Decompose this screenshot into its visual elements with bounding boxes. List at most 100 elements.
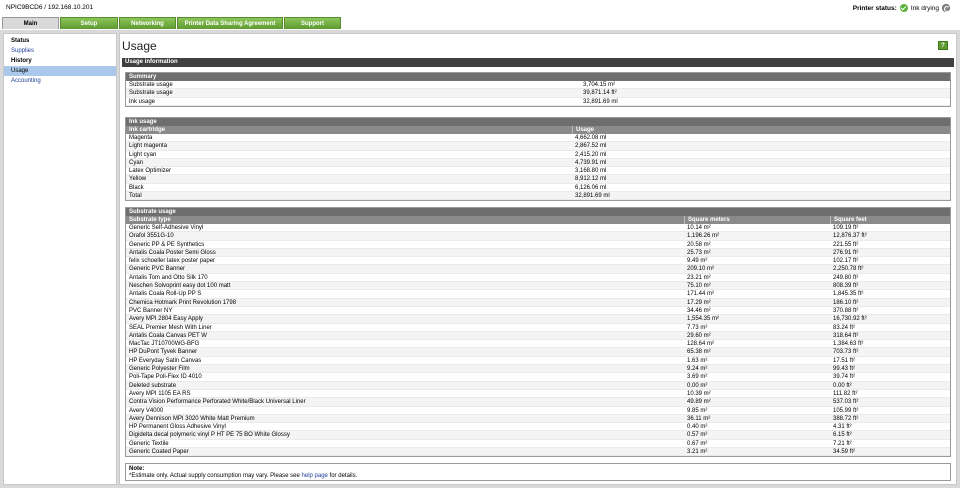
status-ok-icon <box>899 4 908 12</box>
table-cell: 3.69 m² <box>687 374 708 381</box>
table-cell: 171.44 m² <box>687 291 715 298</box>
table-cell: 249.80 ft² <box>833 274 859 281</box>
table-row: Orafol 3551G-10 1,196.26 m² 12,876.37 ft² <box>126 232 950 241</box>
tab-printer-data-sharing[interactable]: Printer Data Sharing Agreement <box>177 17 283 29</box>
table-cell: 65.38 m² <box>687 349 711 356</box>
tab-support[interactable]: Support <box>284 17 341 29</box>
table-cell: felix schoeller latex poster paper <box>129 258 216 265</box>
table-cell: Total <box>129 193 142 200</box>
table-cell: 20.58 m² <box>687 241 711 248</box>
table-cell: 0.67 m² <box>687 440 708 447</box>
table-cell: Avery V4000 <box>129 407 164 414</box>
sidebar-item-usage[interactable]: Usage <box>4 66 116 76</box>
sidebar-item-supplies[interactable]: Supplies <box>4 46 116 56</box>
table-cell: HP Permanent Gloss Adhesive Vinyl <box>129 424 226 431</box>
table-row: SEAL Premier Mesh With Liner 7.73 m² 83.24… <box>126 324 950 332</box>
table-row: Total 32,891.69 ml <box>126 192 950 201</box>
table-cell: 1.63 m² <box>687 357 708 364</box>
table-cell: Neschen Solvoprint easy dot 100 matt <box>129 283 231 290</box>
table-cell: 6,126.06 ml <box>575 184 607 191</box>
table-row: Antalis Coala Poster Semi Gloss 25.73 m² 2… <box>126 248 950 258</box>
table-cell: 32,891.69 ml <box>583 98 618 105</box>
table-cell: 808.39 ft² <box>833 283 859 290</box>
table-cell: 99.43 ft² <box>833 366 856 373</box>
column-header-square-meters: Square meters <box>684 216 830 224</box>
table-cell: 6.15 ft² <box>833 432 852 439</box>
table-cell: 1,845.35 ft² <box>833 291 864 298</box>
sidebar-item-status[interactable]: Status <box>4 36 116 46</box>
ink-usage-title: Ink usage <box>126 118 950 126</box>
table-cell: 12,876.37 ft² <box>833 233 867 240</box>
table-cell: 10.14 m² <box>687 225 711 231</box>
table-cell: Orafol 3551G-10 <box>129 233 174 240</box>
table-row: MacTac JT10700WG-BFG 128.64 m² 1,384.63 ft… <box>126 340 950 349</box>
usage-information-header: Usage information <box>122 58 954 67</box>
table-row: Avery MPI 2804 Easy Apply 1,554.35 m² 16,7… <box>126 315 950 324</box>
table-cell: 9.49 m² <box>687 258 708 265</box>
table-cell: Substrate usage <box>129 90 173 97</box>
substrate-usage-title: Substrate usage <box>126 208 950 216</box>
main-tabs: Main Setup Networking Printer Data Shari… <box>2 17 342 29</box>
table-cell: 17.51 ft² <box>833 357 856 364</box>
table-cell: Antalis Coala Poster Semi Gloss <box>129 249 216 256</box>
printer-status-value: Ink drying <box>910 4 939 12</box>
table-cell: 16,730.92 ft² <box>833 316 867 323</box>
help-page-link[interactable]: help page <box>302 473 328 479</box>
table-cell: 17.29 m² <box>687 299 711 306</box>
table-cell: 83.24 ft² <box>833 324 856 331</box>
table-cell: 4,739.91 ml <box>575 159 607 166</box>
table-cell: 1,554.35 m² <box>687 316 720 323</box>
table-cell: 39,871.14 ft² <box>583 90 617 97</box>
table-cell: 10.39 m² <box>687 390 711 397</box>
note-box: Note: *Estimate only. Actual supply cons… <box>125 463 951 481</box>
table-cell: HP Everyday Satin Canvas <box>129 357 202 364</box>
table-row: Poli-Tape Poli-Flex ID 4010 3.69 m² 39.74 … <box>126 373 950 382</box>
table-cell: Black <box>129 184 144 191</box>
table-cell: 4.31 ft² <box>833 424 852 431</box>
printer-status: Printer status: Ink drying <box>853 4 950 12</box>
table-cell: HP DuPont Tyvek Banner <box>129 349 198 356</box>
table-row: Cyan 4,739.91 ml <box>126 158 950 168</box>
ink-usage-table: Ink usage Ink cartridge Usage Magenta 4,6… <box>125 117 951 202</box>
table-cell: 9.85 m² <box>687 407 708 414</box>
table-cell: Avery Dennison MPI 3020 White Matt Premi… <box>129 415 255 422</box>
summary-rows: Substrate usage 3,704.15 m² Substrate usa… <box>126 81 950 106</box>
note-text-after: for details. <box>327 473 358 479</box>
substrate-usage-column-headers: Substrate type Square meters Square feet <box>126 216 950 224</box>
table-row: Generic Textile 0.67 m² 7.21 ft² <box>126 440 950 449</box>
table-cell: Antalis Coala Roll-Up PP S <box>129 291 202 298</box>
table-row: Antalis Coala Roll-Up PP S 171.44 m² 1,845… <box>126 290 950 299</box>
table-row: HP DuPont Tyvek Banner 65.38 m² 703.73 ft² <box>126 348 950 357</box>
table-row: Black 6,126.06 ml <box>126 184 950 193</box>
table-row: Yellow 8,912.12 ml <box>126 175 950 184</box>
table-cell: 36.11 m² <box>687 415 711 422</box>
table-row: Chemica Hotmark Print Revolution 1798 17.… <box>126 298 950 307</box>
sidebar-item-accounting[interactable]: Accounting <box>4 76 116 86</box>
table-cell: Antalis Tom and Otto Silk 170 <box>129 274 208 281</box>
table-cell: 370.88 ft² <box>833 307 859 314</box>
table-cell: 276.91 ft² <box>833 249 859 256</box>
substrate-usage-rows: Generic Self-Adhesive Vinyl 10.14 m² 109.1… <box>126 224 950 457</box>
tab-networking[interactable]: Networking <box>119 17 176 29</box>
table-cell: Ink usage <box>129 98 156 105</box>
table-cell: 102.17 ft² <box>833 258 859 265</box>
table-row: Light magenta 2,867.52 ml <box>126 142 950 151</box>
table-cell: 4,662.08 ml <box>575 135 607 141</box>
table-cell: Contra Vision Performance Perforated Whi… <box>129 399 306 406</box>
sidebar: Status Supplies History Usage Accounting <box>3 33 117 485</box>
table-row: Generic Coated Paper 3.21 m² 34.59 ft² <box>126 448 950 457</box>
table-row: Substrate usage 3,704.15 m² <box>126 81 950 90</box>
tab-main[interactable]: Main <box>2 17 59 29</box>
note-heading: Note: <box>129 466 145 472</box>
tab-setup[interactable]: Setup <box>60 17 118 29</box>
help-icon[interactable]: ? <box>938 41 948 50</box>
table-cell: 105.99 ft² <box>833 407 859 414</box>
table-row: HP Permanent Gloss Adhesive Vinyl 0.40 m²… <box>126 423 950 432</box>
table-cell: 39.74 ft² <box>833 374 856 381</box>
table-row: Avery MPI 1105 EA RS 10.39 m² 111.82 ft² <box>126 390 950 399</box>
sidebar-item-history[interactable]: History <box>4 56 116 66</box>
main-content: Usage ? Usage information Summary Substr… <box>119 33 957 485</box>
table-row: Generic PVC Banner 209.10 m² 2,250.78 ft² <box>126 265 950 274</box>
table-row: Digidelta decal polymeric vinyl P HT PE … <box>126 431 950 440</box>
table-cell: Yellow <box>129 176 147 183</box>
